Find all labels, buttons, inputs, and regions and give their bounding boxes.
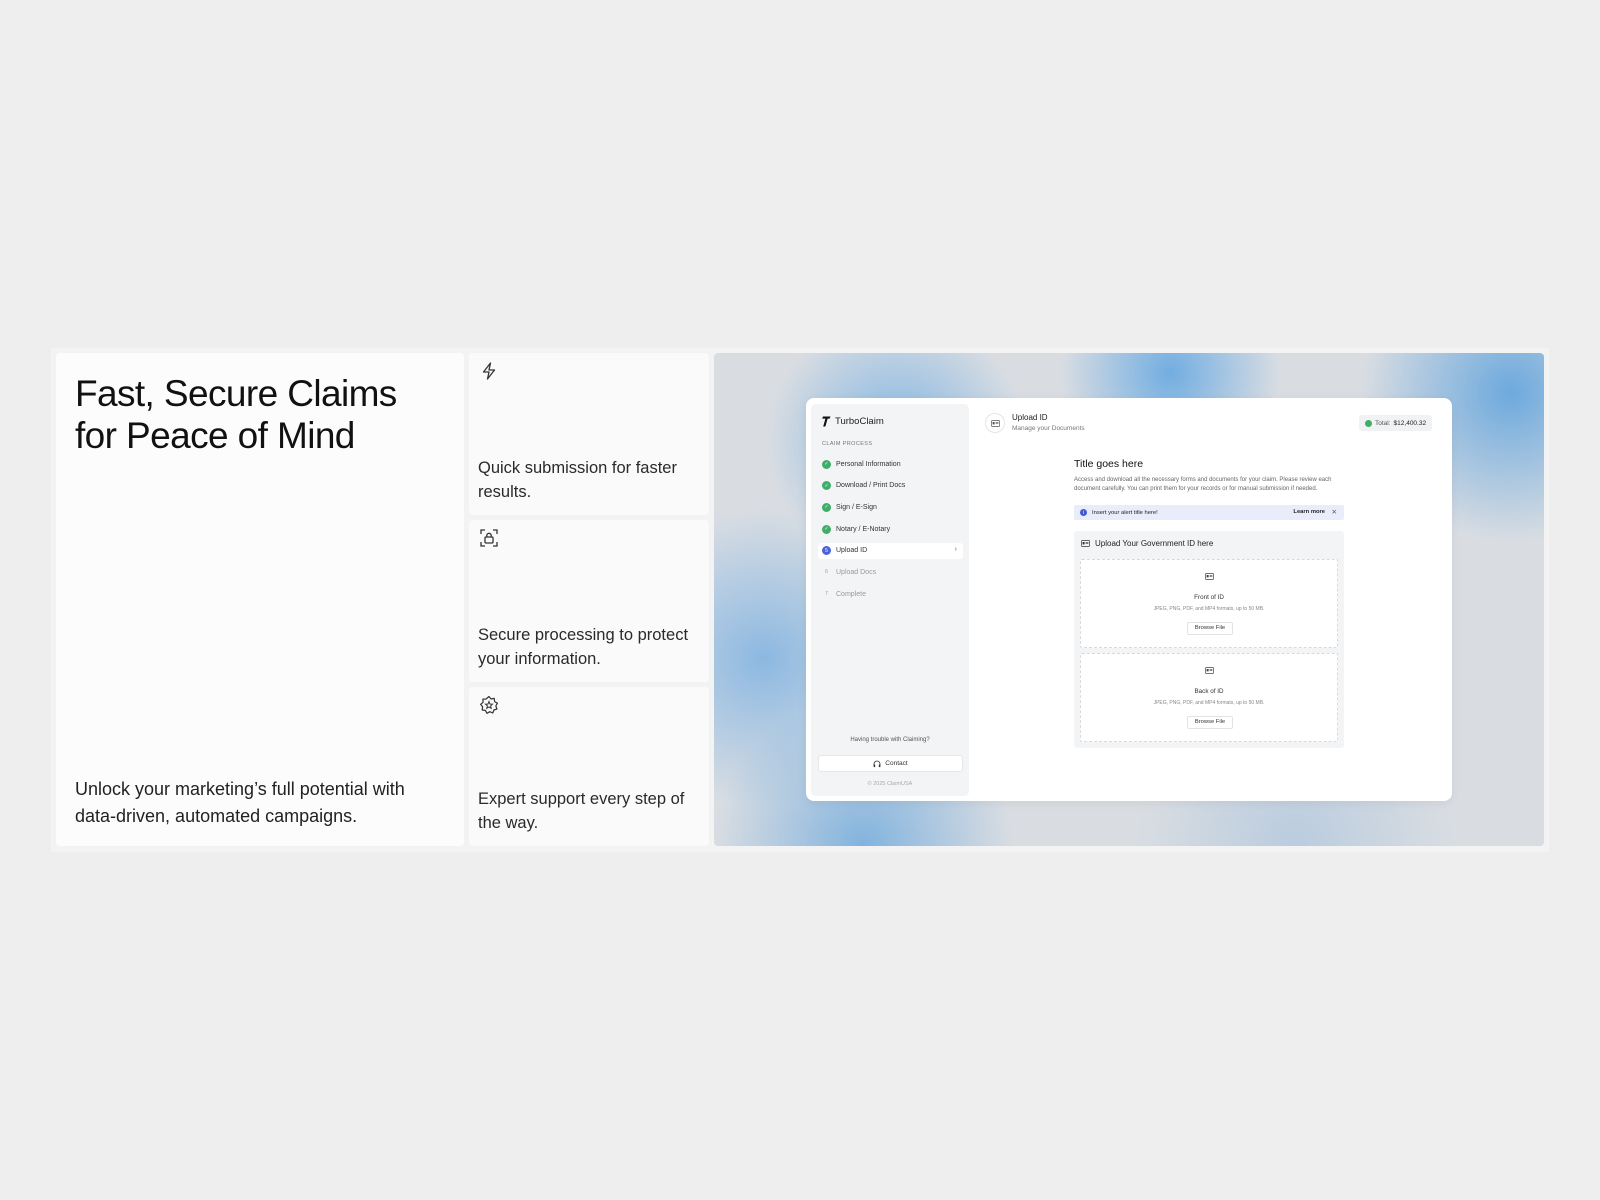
step-label: Upload ID <box>836 547 868 555</box>
back-id-dropzone[interactable]: Back of ID JPEG, PNG, PDF, and MP4 forma… <box>1080 653 1338 742</box>
step-number: 5 <box>822 546 831 556</box>
total-value: $12,400.32 <box>1393 419 1427 427</box>
step-number: 7 <box>825 591 828 598</box>
step-personal-information[interactable]: ✓ Personal Information <box>818 456 963 472</box>
close-icon[interactable]: ✕ <box>1332 508 1337 516</box>
id-card-icon <box>1081 540 1090 547</box>
check-icon: ✓ <box>822 502 831 512</box>
total-badge: Total: $12,400.32 <box>1359 415 1432 431</box>
step-sign-esign[interactable]: ✓ Sign / E-Sign <box>818 499 963 515</box>
help-text: Having trouble with Claiming? <box>850 737 930 743</box>
step-notary-enotary[interactable]: ✓ Notary / E-Notary <box>818 521 963 537</box>
brand[interactable]: TurboClaim <box>822 414 884 428</box>
hero-subtitle: Unlock your marketing’s full potential w… <box>75 779 405 826</box>
claim-steps: ✓ Personal Information ✓ Download / Prin… <box>818 456 963 608</box>
browse-file-button[interactable]: Browse File <box>1187 716 1233 729</box>
page-title: Upload ID <box>1012 413 1048 422</box>
sidebar: TurboClaim CLAIM PROCESS ✓ Personal Info… <box>811 404 969 796</box>
dropzone-hint: JPEG, PNG, PDF, and MP4 formats, up to 5… <box>1153 606 1265 612</box>
feature-card-security: Secure processing to protect your inform… <box>469 520 709 682</box>
id-card-icon <box>1205 573 1214 580</box>
page-subtitle: Manage your Documents <box>1012 425 1085 432</box>
step-upload-id[interactable]: 5 Upload ID › <box>818 542 963 559</box>
step-label: Complete <box>836 590 866 598</box>
step-label: Upload Docs <box>836 568 877 576</box>
upload-panel: Upload Your Government ID here Front of … <box>1074 531 1344 748</box>
status-dot-icon <box>1365 419 1372 427</box>
dropzone-label: Front of ID <box>1194 594 1224 601</box>
chevron-right-icon: › <box>954 545 957 553</box>
step-complete[interactable]: 7 Complete <box>818 586 963 602</box>
step-label: Download / Print Docs <box>836 482 906 490</box>
contact-label: Contact <box>885 760 908 767</box>
alert-banner: i Insert your alert title here! Learn mo… <box>1074 505 1344 520</box>
step-download-print-docs[interactable]: ✓ Download / Print Docs <box>818 478 963 494</box>
browse-file-button[interactable]: Browse File <box>1187 622 1233 635</box>
claim-process-label: CLAIM PROCESS <box>822 441 873 447</box>
check-icon: ✓ <box>822 481 831 491</box>
upload-heading: Upload Your Government ID here <box>1081 539 1213 548</box>
id-card-icon <box>1205 667 1214 674</box>
front-id-dropzone[interactable]: Front of ID JPEG, PNG, PDF, and MP4 form… <box>1080 559 1338 648</box>
feature-card-support: Expert support every step of the way. <box>469 687 709 846</box>
alert-text: Insert your alert title here! <box>1092 509 1158 516</box>
feature-text: Expert support every step of the way. <box>478 790 685 832</box>
hero-card: Fast, Secure Claims for Peace of Mind Unl… <box>56 353 464 846</box>
feature-text: Secure processing to protect your inform… <box>478 626 689 668</box>
app-preview-panel: TurboClaim CLAIM PROCESS ✓ Personal Info… <box>714 353 1544 846</box>
step-upload-docs[interactable]: 6 Upload Docs <box>818 564 963 580</box>
brand-name: TurboClaim <box>835 415 884 427</box>
content-description: Access and download all the necessary fo… <box>1074 477 1332 492</box>
lightning-icon <box>479 361 499 381</box>
headset-icon <box>873 760 881 767</box>
turboclaim-logo-icon <box>822 416 831 426</box>
check-icon: ✓ <box>822 459 831 469</box>
badge-star-icon <box>479 695 499 715</box>
upload-heading-text: Upload Your Government ID here <box>1095 539 1214 548</box>
contact-button[interactable]: Contact <box>818 755 963 772</box>
step-label: Sign / E-Sign <box>836 503 877 511</box>
hero-title: Fast, Secure Claims for Peace of Mind <box>75 373 397 456</box>
feature-card-speed: Quick submission for faster results. <box>469 353 709 515</box>
dropzone-hint: JPEG, PNG, PDF, and MP4 formats, up to 5… <box>1153 700 1265 706</box>
dropzone-label: Back of ID <box>1194 688 1224 695</box>
content-title: Title goes here <box>1074 458 1144 470</box>
step-label: Personal Information <box>836 460 901 468</box>
copyright: © 2025 ClaimUSA <box>867 781 913 787</box>
learn-more-link[interactable]: Learn more <box>1293 509 1325 515</box>
info-icon: i <box>1080 509 1087 516</box>
lock-scan-icon <box>479 528 499 548</box>
step-label: Notary / E-Notary <box>836 525 891 533</box>
feature-text: Quick submission for faster results. <box>478 459 677 501</box>
total-label: Total: <box>1375 419 1391 427</box>
app-window: TurboClaim CLAIM PROCESS ✓ Personal Info… <box>806 398 1452 801</box>
check-icon: ✓ <box>822 524 831 534</box>
id-card-icon <box>985 413 1005 433</box>
step-number: 6 <box>825 569 828 576</box>
